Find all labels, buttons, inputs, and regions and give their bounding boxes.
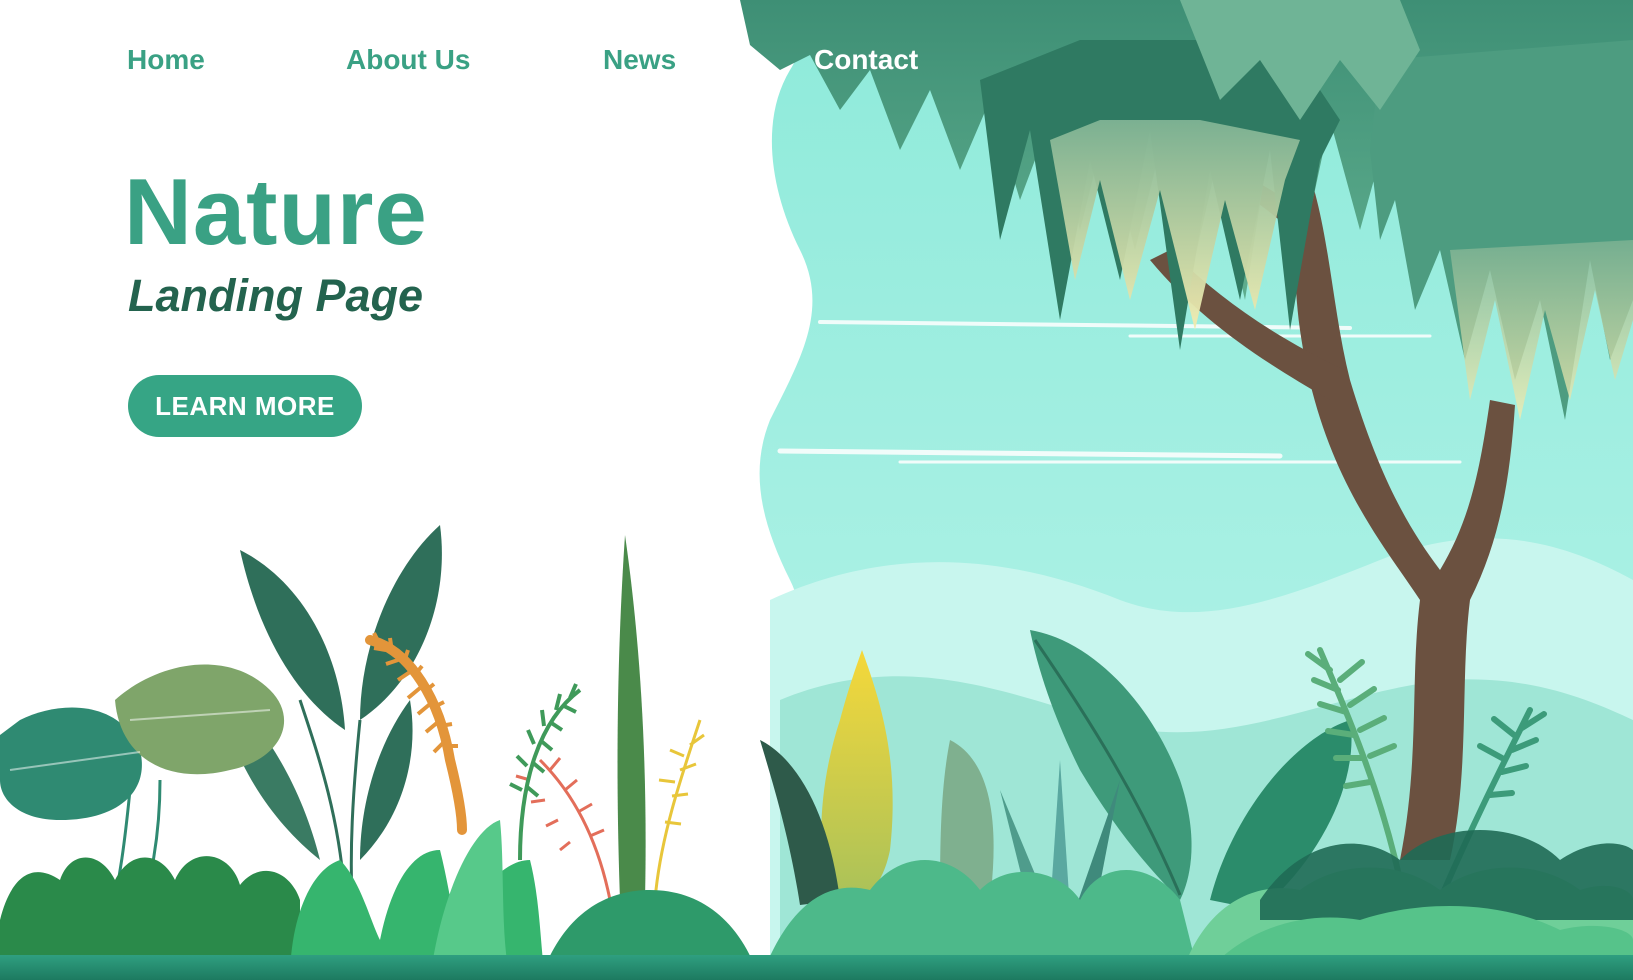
nav-about-us-link[interactable]: About Us [346, 44, 470, 76]
learn-more-button[interactable]: LEARN MORE [128, 375, 362, 437]
grass-blade [617, 535, 705, 901]
ground [0, 955, 1633, 980]
nav-contact-link[interactable]: Contact [814, 44, 918, 76]
nature-illustration [0, 0, 1633, 980]
top-navigation: Home About Us News Contact [0, 44, 1633, 84]
green-fern [509, 683, 582, 861]
nav-news-link[interactable]: News [603, 44, 676, 76]
hero-subtitle: Landing Page [128, 270, 424, 321]
nav-home-link[interactable]: Home [127, 44, 205, 76]
hero-title: Nature [124, 159, 428, 264]
